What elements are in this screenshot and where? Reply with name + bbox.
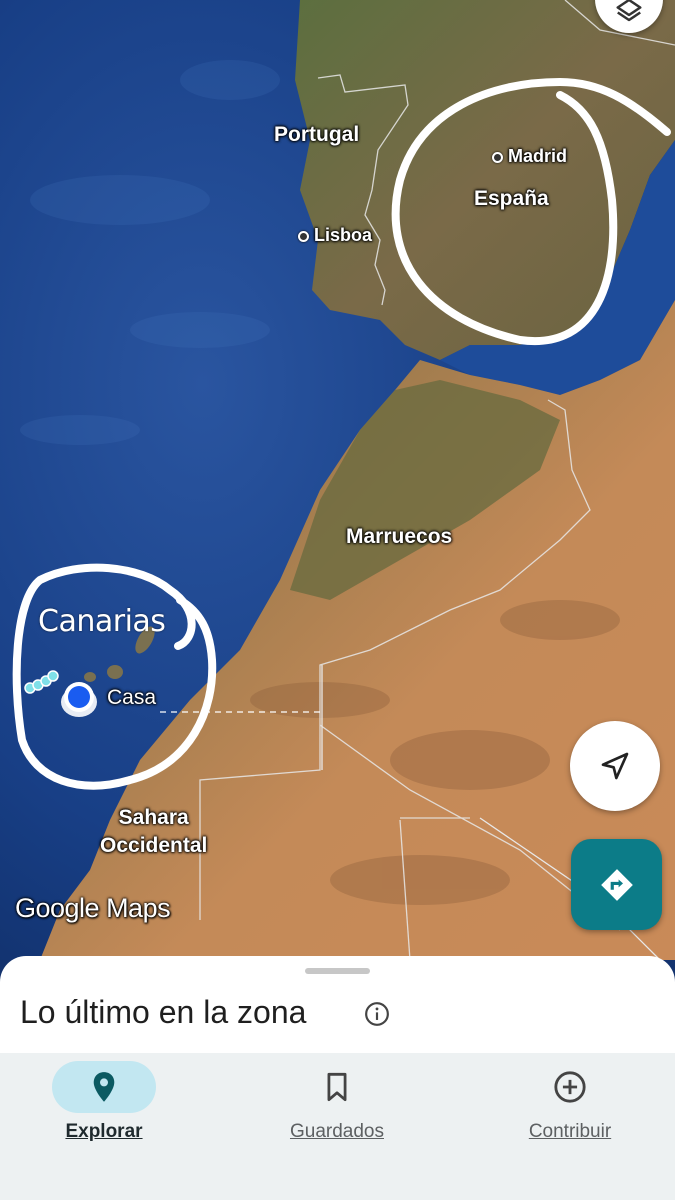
label-lisboa-text: Lisboa (314, 225, 373, 245)
info-icon[interactable] (364, 1001, 390, 1032)
nav-tab-guardados[interactable]: Guardados (237, 1061, 437, 1161)
label-casa[interactable]: Casa (107, 686, 156, 710)
my-location-button[interactable] (570, 721, 660, 811)
nav-pill-active (52, 1061, 156, 1113)
sheet-title: Lo último en la zona (20, 994, 307, 1030)
label-sahara-occidental: Sahara Occidental (100, 806, 208, 857)
location-pin-icon (93, 1072, 115, 1102)
nav-tab-contribuir[interactable]: Contribuir (470, 1061, 670, 1161)
bottom-navigation: Explorar Guardados Contribuir (0, 1053, 675, 1200)
home-location-marker[interactable] (59, 678, 99, 718)
location-dot-icon (61, 682, 97, 717)
bottom-sheet[interactable]: Lo último en la zona (0, 956, 675, 1056)
directions-icon (600, 868, 633, 901)
city-dot (298, 230, 309, 242)
label-madrid[interactable]: Madrid (492, 146, 567, 167)
annotation-canarias: Canarias (38, 604, 166, 639)
bookmark-icon (327, 1072, 347, 1102)
nav-label-explorar: Explorar (65, 1121, 143, 1142)
nav-pill (518, 1061, 622, 1113)
label-madrid-text: Madrid (508, 146, 568, 166)
nav-tab-explorar[interactable]: Explorar (4, 1061, 204, 1161)
google-maps-logo: Google Maps (15, 893, 171, 923)
label-marruecos: Marruecos (346, 525, 453, 548)
nav-label-guardados: Guardados (289, 1121, 384, 1142)
navigation-arrow-icon (601, 752, 629, 780)
label-espana: España (474, 187, 549, 210)
directions-button[interactable] (571, 839, 662, 930)
label-portugal: Portugal (274, 123, 360, 146)
nav-pill (285, 1061, 389, 1113)
info-icon-glyph (365, 1002, 389, 1026)
layers-icon (616, 0, 642, 22)
nav-label-contribuir: Contribuir (528, 1121, 612, 1142)
label-lisboa[interactable]: Lisboa (298, 225, 372, 246)
sheet-drag-handle[interactable] (305, 968, 370, 974)
add-circle-icon (554, 1071, 586, 1103)
city-dot (492, 151, 503, 163)
